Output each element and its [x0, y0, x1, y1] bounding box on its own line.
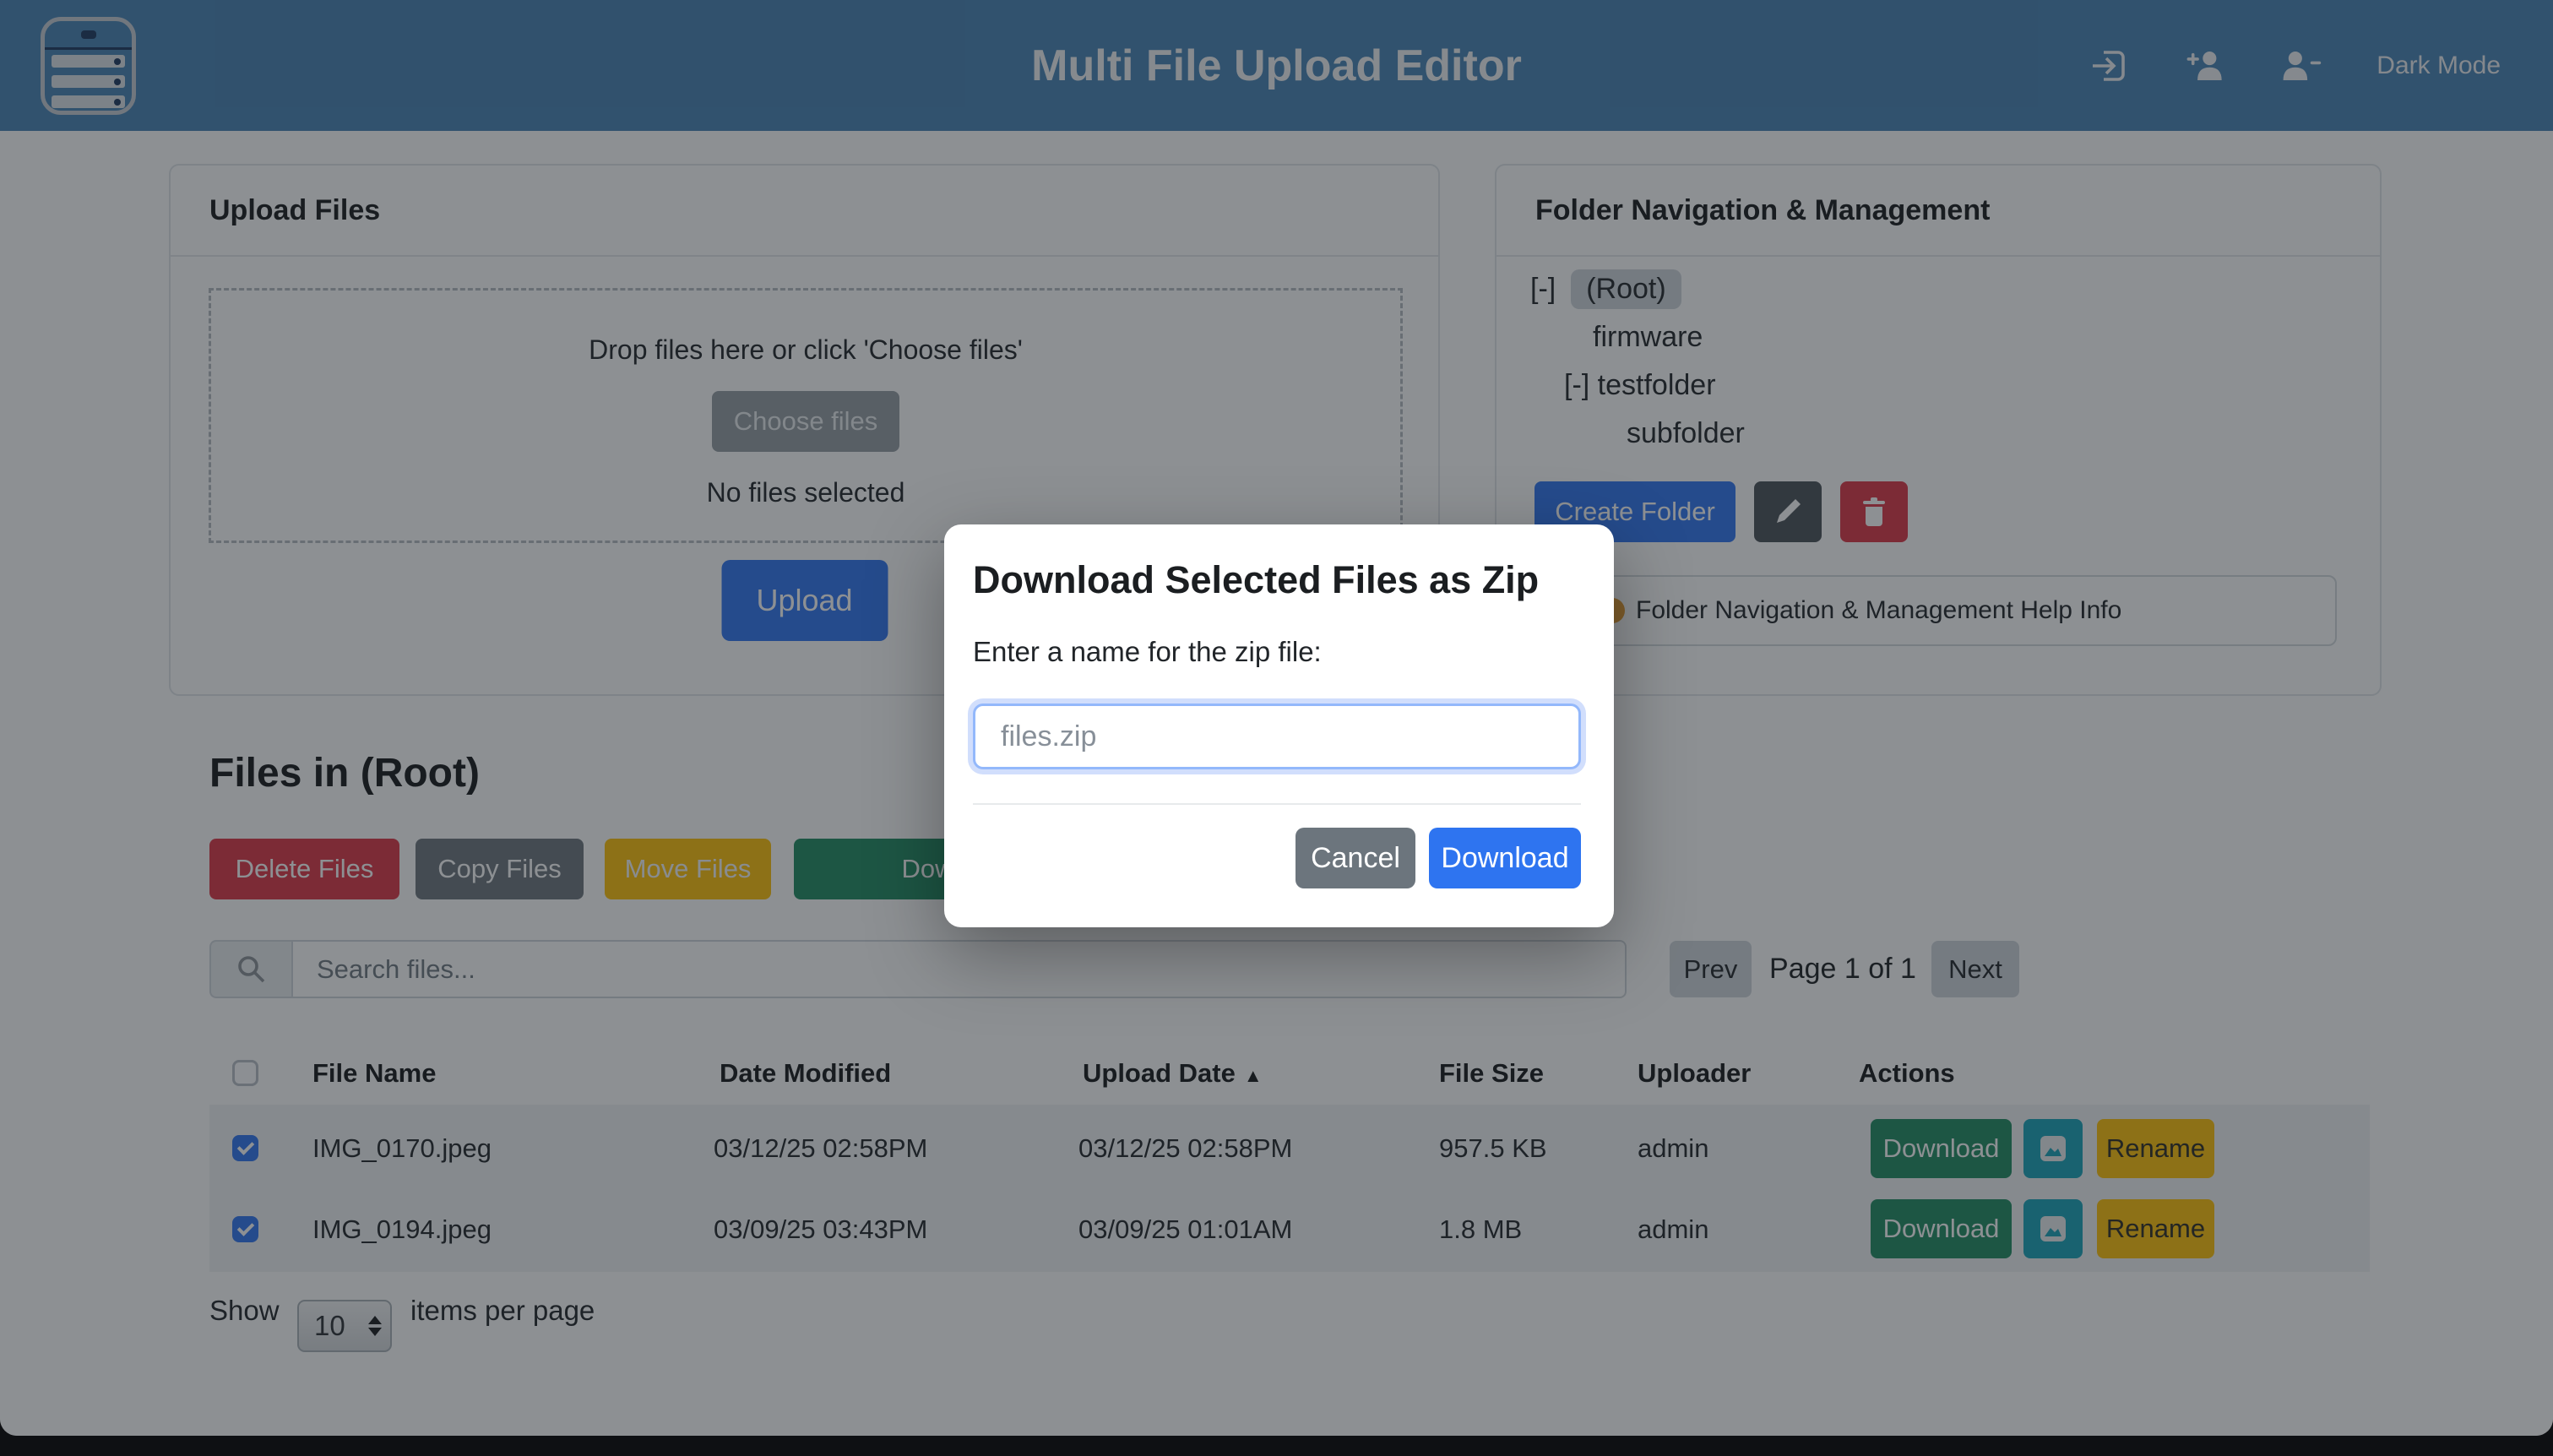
- modal-download-button[interactable]: Download: [1429, 828, 1581, 888]
- modal-divider: [973, 803, 1581, 805]
- modal-actions: Cancel Download: [973, 828, 1581, 888]
- app-window: Multi File Upload Editor: [0, 0, 2553, 1436]
- download-zip-modal: Download Selected Files as Zip Enter a n…: [944, 524, 1614, 927]
- modal-prompt: Enter a name for the zip file:: [973, 636, 1581, 668]
- cancel-button[interactable]: Cancel: [1296, 828, 1415, 888]
- zip-name-input[interactable]: [973, 704, 1581, 769]
- modal-title: Download Selected Files as Zip: [973, 558, 1581, 602]
